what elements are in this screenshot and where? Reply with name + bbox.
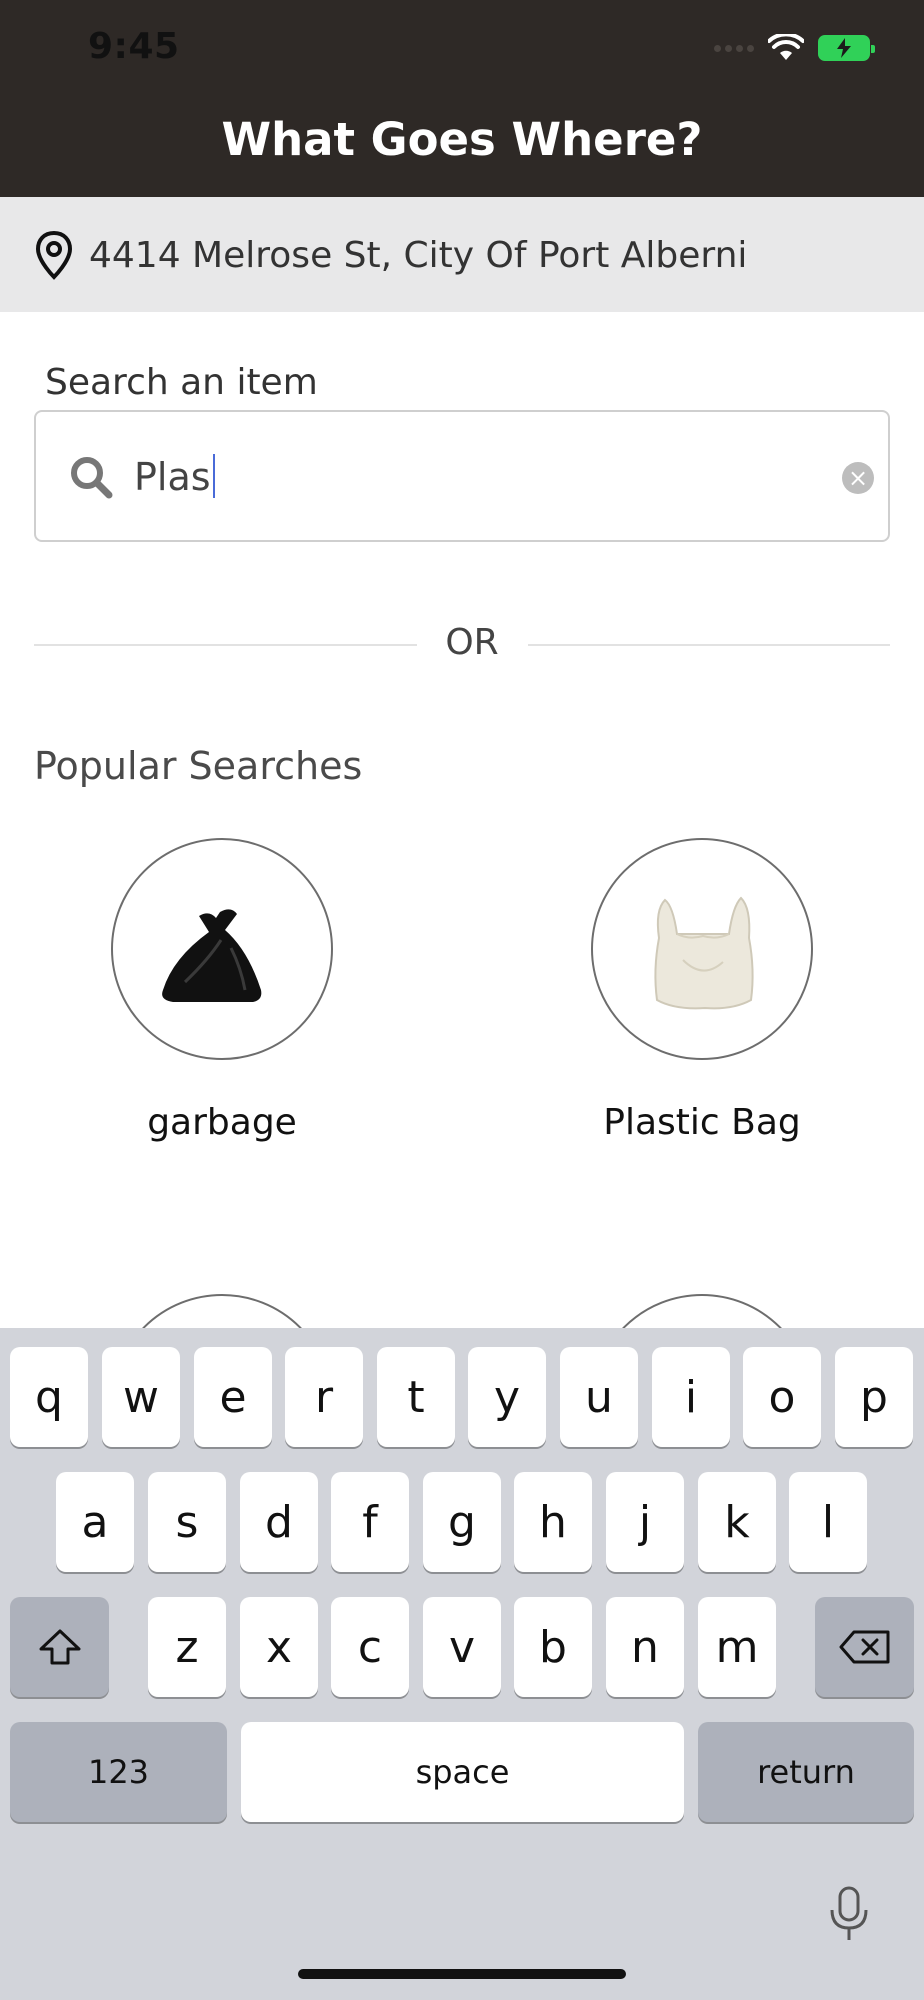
app-header: 9:45 What Goes Where? <box>0 0 924 197</box>
page-title: What Goes Where? <box>221 113 703 166</box>
key-z[interactable]: z <box>148 1597 226 1697</box>
key-g[interactable]: g <box>423 1472 501 1572</box>
key-s[interactable]: s <box>148 1472 226 1572</box>
popular-item-plastic-bag[interactable]: Plastic Bag <box>480 820 924 1180</box>
return-key[interactable]: return <box>698 1722 914 1822</box>
key-u[interactable]: u <box>560 1347 638 1447</box>
backspace-key[interactable] <box>815 1597 914 1697</box>
popular-item-label: garbage <box>147 1102 297 1143</box>
search-icon <box>71 457 113 499</box>
key-d[interactable]: d <box>240 1472 318 1572</box>
key-q[interactable]: q <box>10 1347 88 1447</box>
divider-right <box>528 644 890 646</box>
popular-searches-title: Popular Searches <box>34 744 363 788</box>
address-text: 4414 Melrose St, City Of Port Alberni <box>89 235 748 276</box>
shift-icon <box>39 1629 80 1665</box>
key-y[interactable]: y <box>468 1347 546 1447</box>
status-time: 9:45 <box>88 26 180 67</box>
popular-item-label: Plastic Bag <box>603 1102 801 1143</box>
address-bar[interactable]: 4414 Melrose St, City Of Port Alberni <box>0 197 924 312</box>
wifi-icon <box>768 34 804 60</box>
key-j[interactable]: j <box>606 1472 684 1572</box>
key-v[interactable]: v <box>423 1597 501 1697</box>
garbage-bag-image <box>111 838 333 1060</box>
space-key[interactable]: space <box>241 1722 684 1822</box>
garbage-bag-icon <box>162 909 262 1002</box>
search-label: Search an item <box>45 362 318 403</box>
search-input[interactable]: Plas × <box>34 410 890 542</box>
home-indicator <box>298 1969 626 1979</box>
key-x[interactable]: x <box>240 1597 318 1697</box>
plastic-bag-image <box>591 838 813 1060</box>
key-t[interactable]: t <box>377 1347 455 1447</box>
key-m[interactable]: m <box>698 1597 776 1697</box>
or-divider-text: OR <box>445 622 499 663</box>
plastic-bag-icon <box>654 896 754 1010</box>
key-f[interactable]: f <box>331 1472 409 1572</box>
microphone-icon[interactable] <box>826 1884 872 1944</box>
key-r[interactable]: r <box>285 1347 363 1447</box>
popular-item-garbage[interactable]: garbage <box>0 820 460 1180</box>
key-h[interactable]: h <box>514 1472 592 1572</box>
key-o[interactable]: o <box>743 1347 821 1447</box>
text-caret <box>212 454 215 498</box>
key-e[interactable]: e <box>194 1347 272 1447</box>
backspace-icon <box>839 1630 889 1664</box>
key-b[interactable]: b <box>514 1597 592 1697</box>
key-n[interactable]: n <box>606 1597 684 1697</box>
key-i[interactable]: i <box>652 1347 730 1447</box>
search-text: Plas <box>134 455 211 499</box>
numbers-key[interactable]: 123 <box>10 1722 227 1822</box>
key-c[interactable]: c <box>331 1597 409 1697</box>
cellular-signal-icon <box>714 44 754 52</box>
key-w[interactable]: w <box>102 1347 180 1447</box>
key-k[interactable]: k <box>698 1472 776 1572</box>
key-a[interactable]: a <box>56 1472 134 1572</box>
key-p[interactable]: p <box>835 1347 913 1447</box>
location-pin-icon <box>35 230 73 280</box>
key-l[interactable]: l <box>789 1472 867 1572</box>
status-icons <box>714 34 875 62</box>
clear-icon[interactable]: × <box>842 462 874 494</box>
search-value: Plas <box>134 454 215 499</box>
divider-left <box>34 644 417 646</box>
shift-key[interactable] <box>10 1597 109 1697</box>
battery-charging-icon <box>818 35 875 61</box>
